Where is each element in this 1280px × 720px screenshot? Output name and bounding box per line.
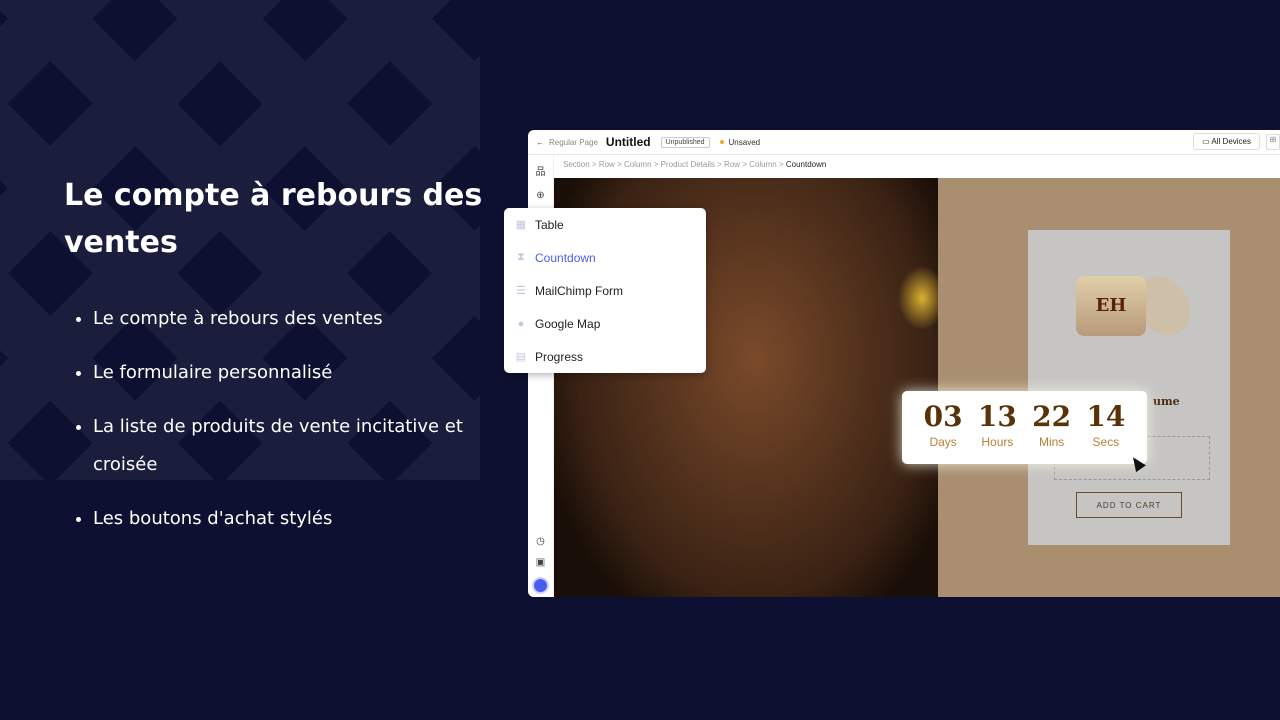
feature-item: Le formulaire personnalisé (74, 354, 474, 392)
table-icon: ▦ (515, 219, 527, 231)
breadcrumb-item[interactable]: Row (724, 160, 740, 169)
menu-item-label: Table (535, 217, 564, 232)
breadcrumb-current: Countdown (785, 160, 827, 169)
map-pin-icon: ● (517, 317, 525, 330)
status-badge: Unpublished (660, 136, 710, 148)
product-section: EH ume ADD TO CART (938, 178, 1280, 597)
page-title[interactable]: Untitled (606, 135, 651, 149)
editor-topbar: ← Regular Page Untitled Unpublished Unsa… (528, 130, 1280, 155)
breadcrumb-item[interactable]: Column (749, 160, 777, 169)
product-name: ume (1153, 395, 1180, 408)
breadcrumb-item[interactable]: Row (599, 160, 615, 169)
menu-item-label: Progress (535, 349, 584, 364)
add-to-cart-button[interactable]: ADD TO CART (1076, 492, 1182, 518)
product-image: EH (1076, 276, 1146, 336)
menu-item-progress[interactable]: ▤ Progress (504, 340, 706, 373)
countdown-unit: Hours (981, 435, 1014, 449)
save-state: Unsaved (728, 137, 761, 147)
countdown-unit: Days (929, 435, 957, 449)
menu-item-label: Google Map (535, 316, 601, 331)
devices-button[interactable]: ▭ All Devices (1193, 133, 1260, 150)
countdown-value: 14 (1086, 400, 1126, 433)
unsaved-dot-icon (719, 140, 724, 144)
countdown-unit: Mins (1038, 435, 1065, 449)
page-heading: Le compte à rebours des ventes (64, 178, 483, 260)
history-icon[interactable]: ◷ (528, 536, 553, 547)
menu-item-mailchimp-form[interactable]: ☰ MailChimp Form (504, 274, 706, 307)
breadcrumb-item[interactable]: Section (563, 160, 590, 169)
countdown-widget[interactable]: 03 Days 13 Hours 22 Mins 14 Secs (902, 391, 1147, 464)
back-arrow-icon[interactable]: ← (536, 138, 544, 147)
element-menu: ▦ Table ⧗ Countdown ☰ MailChimp Form ● Googl… (504, 208, 706, 373)
feature-item: La liste de produits de vente incitative… (74, 408, 474, 484)
menu-item-google-map[interactable]: ● Google Map (504, 307, 706, 340)
back-link[interactable]: Regular Page (549, 138, 598, 147)
add-element-icon[interactable]: ⊕ (528, 190, 553, 201)
avatar[interactable] (532, 577, 549, 594)
layout-icon[interactable]: ⊞ (1266, 134, 1280, 150)
feature-item: Les boutons d'achat stylés (74, 500, 474, 538)
code-icon[interactable]: ▣ (528, 557, 553, 568)
countdown-mins: 22 Mins (1032, 401, 1071, 464)
breadcrumb-item[interactable]: Column (624, 160, 652, 169)
hourglass-icon: ⧗ (517, 251, 525, 263)
list-icon: ☰ (516, 285, 526, 297)
progress-icon: ▤ (515, 351, 527, 363)
countdown-value: 22 (1032, 400, 1072, 433)
breadcrumb-item[interactable]: Product Details (661, 160, 715, 169)
product-card: EH ume ADD TO CART (1028, 230, 1230, 545)
countdown-value: 03 (923, 400, 963, 433)
countdown-value: 13 (977, 400, 1017, 433)
menu-item-table[interactable]: ▦ Table (504, 208, 706, 241)
countdown-days: 03 Days (924, 401, 963, 464)
menu-item-countdown[interactable]: ⧗ Countdown (504, 241, 706, 274)
devices-label: All Devices (1211, 137, 1251, 146)
breadcrumb: Section > Row > Column > Product Details… (563, 160, 827, 169)
countdown-unit: Secs (1092, 435, 1120, 449)
feature-item: Le compte à rebours des ventes (74, 300, 474, 338)
menu-item-label: MailChimp Form (535, 283, 624, 298)
sitemap-icon[interactable]: 品 (528, 163, 553, 178)
menu-item-label: Countdown (535, 250, 596, 265)
countdown-secs: 14 Secs (1086, 401, 1125, 464)
feature-list: Le compte à rebours des ventes Le formul… (74, 300, 474, 554)
countdown-hours: 13 Hours (978, 401, 1017, 464)
